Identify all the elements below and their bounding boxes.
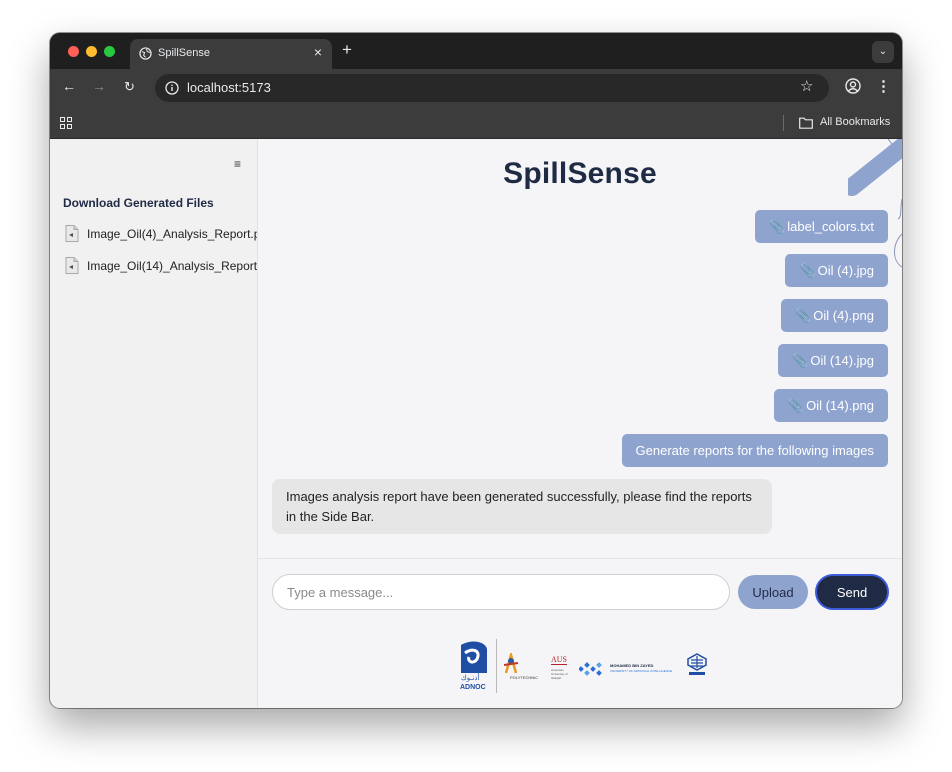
paperclip-icon: 📎 [795,308,812,323]
minimize-window-button[interactable] [86,46,97,57]
upload-button[interactable]: Upload [738,575,808,609]
aus-logo: AUS [551,655,568,665]
chat-panel: SpillSense 📎 label_colors.txt 📎 Oil (4).jp… [258,139,902,708]
all-bookmarks-link[interactable]: All Bookmarks [820,116,890,128]
message-text: label_colors.txt [787,219,874,234]
bot-message: Images analysis report have been generat… [272,479,772,534]
maximize-window-button[interactable] [104,46,115,57]
mbzuai-subtitle: UNIVERSITY OF ARTIFICIAL INTELLIGENCE [610,669,673,673]
file-name: Image_Oil(14)_Analysis_Report.pdf [87,259,258,273]
message-text: Generate reports for the following image… [635,443,874,458]
bookmark-star-icon[interactable]: ☆ [800,77,813,95]
file-icon [65,257,79,274]
browser-toolbar: ← → ↻ localhost:5173 ☆ ⋮ [50,69,902,107]
browser-tab[interactable]: SpillSense × [130,39,332,69]
browser-window: SpillSense × + ⌄ ← → ↻ localhost:5173 ☆ … [50,33,902,708]
message-composer: Upload Send أدنـوك ADNOC POLYTEC [258,558,902,708]
adnoc-logo [461,641,487,673]
bookmarks-bar: All Bookmarks [50,107,902,139]
file-name: Image_Oil(4)_Analysis_Report.pdf [87,227,258,241]
tab-title: SpillSense [158,47,210,59]
globe-icon [139,47,152,60]
paperclip-icon: 📎 [792,353,809,368]
adnoc-label: ADNOC [460,684,486,691]
user-message-attachment: 📎 label_colors.txt [755,210,888,243]
paperclip-icon: 📎 [799,263,816,278]
polytechnic-logo [503,653,519,674]
university-emblem-logo [687,653,707,675]
polytechnic-label: POLYTECHNIC [510,675,539,680]
adnoc-arabic-text: أدنـوك [461,675,480,682]
message-text: Oil (4).png [813,308,874,323]
user-message-attachment: 📎 Oil (4).png [781,299,888,332]
forward-arrow-icon[interactable]: → [92,78,106,94]
sidebar-toggle-icon[interactable]: ≡ [234,157,241,171]
sidebar-title: Download Generated Files [63,196,214,210]
message-text: Images analysis report have been generat… [286,489,752,524]
message-input[interactable] [272,574,730,610]
bookmarks-separator [783,115,784,131]
back-arrow-icon[interactable]: ← [62,78,76,94]
mbzuai-logo-mark [579,662,602,676]
aus-name: American University of Sharjah [551,668,568,680]
address-bar[interactable]: localhost:5173 [155,74,829,102]
new-tab-button[interactable]: + [342,40,352,60]
logo-divider [496,639,497,693]
mbzuai-name: MOHAMED BIN ZAYED [610,663,654,668]
menu-kebab-icon[interactable]: ⋮ [876,77,891,95]
folder-icon[interactable] [799,117,813,129]
tab-search-chevron-icon[interactable]: ⌄ [872,41,894,63]
partner-logos: أدنـوك ADNOC POLYTECHNIC AUS American Un… [455,637,715,697]
paperclip-icon: 📎 [787,398,805,413]
apps-grid-icon[interactable] [60,117,72,129]
sidebar: ≡ Download Generated Files Image_Oil(4)_… [50,139,258,708]
close-window-button[interactable] [68,46,79,57]
url-text: localhost:5173 [187,80,271,95]
site-info-icon[interactable] [165,81,179,95]
page-content: ≡ Download Generated Files Image_Oil(4)_… [50,139,902,708]
tab-close-icon[interactable]: × [314,44,322,60]
app-title: SpillSense [503,157,657,190]
user-message: Generate reports for the following image… [621,434,888,467]
profile-icon[interactable] [845,78,861,94]
paperclip-icon: 📎 [769,219,786,234]
send-button[interactable]: Send [815,574,889,610]
file-icon [65,225,79,242]
user-message-attachment: 📎 Oil (14).png [773,389,888,422]
user-message-attachment: 📎 Oil (4).jpg [785,254,888,287]
tab-strip: SpillSense × + ⌄ [50,33,902,69]
user-message-attachment: 📎 Oil (14).jpg [778,344,888,377]
message-text: Oil (14).jpg [810,353,874,368]
message-text: Oil (14).png [806,398,874,413]
message-text: Oil (4).jpg [817,263,874,278]
reload-icon[interactable]: ↻ [124,79,135,95]
